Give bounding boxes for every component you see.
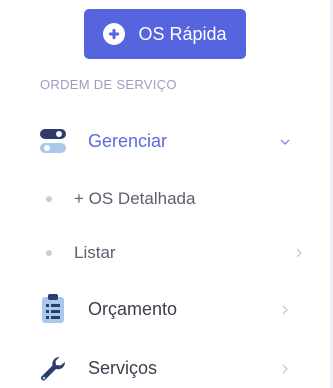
submenu-item-os-detalhada[interactable]: + OS Detalhada [0, 184, 330, 214]
menu-label-orcamento: Orçamento [88, 299, 178, 319]
chevron-right-icon [279, 304, 291, 316]
clipboard-icon [40, 294, 66, 323]
quick-os-button[interactable]: OS Rápida [84, 9, 246, 59]
wrench-icon [40, 355, 66, 383]
section-title: ORDEM DE SERVIÇO [40, 77, 177, 92]
menu-item-servicos[interactable]: Serviços [0, 354, 330, 384]
bullet-dot [46, 196, 52, 202]
submenu-label-os-detalhada: + OS Detalhada [74, 189, 196, 208]
menu-label-gerenciar: Gerenciar [88, 131, 168, 151]
menu-item-gerenciar[interactable]: Gerenciar [0, 127, 330, 157]
chevron-right-icon [293, 247, 305, 259]
chevron-right-icon [279, 363, 291, 375]
toggle-switch-icon [40, 127, 66, 155]
plus-circle-icon [103, 23, 126, 45]
sidebar: OS Rápida ORDEM DE SERVIÇO Gerenciar + O… [0, 0, 333, 388]
bullet-dot [46, 250, 52, 256]
menu-item-orcamento[interactable]: Orçamento [0, 294, 330, 326]
submenu-label-listar: Listar [74, 243, 116, 262]
menu-label-servicos: Serviços [88, 358, 158, 378]
quick-os-label: OS Rápida [138, 23, 227, 44]
submenu-item-listar[interactable]: Listar [0, 238, 330, 268]
chevron-down-icon [279, 136, 291, 148]
